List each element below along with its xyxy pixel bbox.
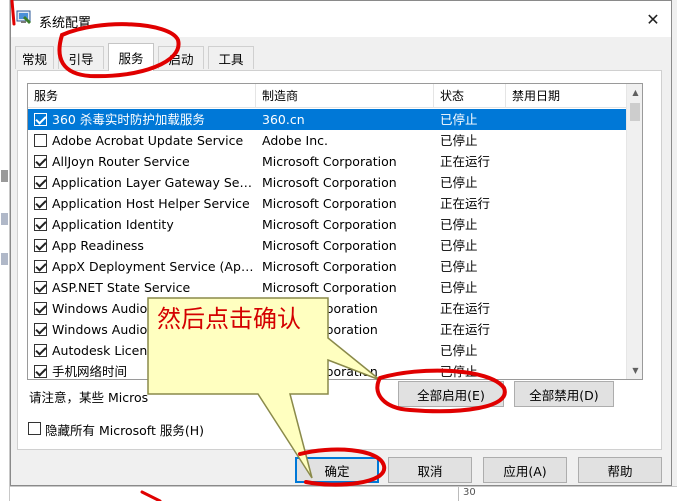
service-manufacturer: Adobe Inc. <box>262 133 328 148</box>
callout-text: 然后点击确认 <box>157 305 301 333</box>
service-checkbox[interactable] <box>34 197 47 210</box>
service-manufacturer: 360.cn <box>262 112 305 127</box>
tab-startup[interactable]: 启动 <box>158 46 204 69</box>
service-status: 已停止 <box>440 217 478 232</box>
service-name: AppX Deployment Service (AppX... <box>52 259 256 274</box>
cancel-button[interactable]: 取消 <box>388 457 472 483</box>
service-status: 已停止 <box>440 280 478 295</box>
service-status: 已停止 <box>440 259 478 274</box>
service-status: 正在运行 <box>440 154 491 169</box>
service-row[interactable]: AllJoyn Router Service Microsoft Corpora… <box>28 151 626 172</box>
msconfig-app-icon <box>16 10 31 24</box>
background-fragment <box>1 253 8 265</box>
close-icon: ✕ <box>646 9 660 29</box>
tab-tools[interactable]: 工具 <box>208 46 254 69</box>
service-checkbox[interactable] <box>34 218 47 231</box>
tab-services[interactable]: 服务 <box>108 43 154 71</box>
close-button[interactable]: ✕ <box>635 1 671 37</box>
service-row[interactable]: Adobe Acrobat Update Service Adobe Inc. … <box>28 130 626 151</box>
service-checkbox[interactable] <box>34 260 47 273</box>
scroll-thumb[interactable] <box>630 103 640 121</box>
help-button[interactable]: 帮助 <box>578 457 662 483</box>
service-checkbox[interactable] <box>34 239 47 252</box>
service-manufacturer: Microsoft Corporation <box>262 217 397 232</box>
service-status: 已停止 <box>440 238 478 253</box>
column-header-service[interactable]: 服务 <box>28 84 256 108</box>
hide-microsoft-services-checkbox[interactable] <box>28 422 41 435</box>
background-fragment <box>1 170 8 182</box>
service-name: Application Layer Gateway Service <box>52 175 256 190</box>
service-row[interactable]: App Readiness Microsoft Corporation 已停止 <box>28 235 626 256</box>
service-status: 已停止 <box>440 364 478 379</box>
service-name: App Readiness <box>52 238 144 253</box>
window-title: 系统配置 <box>39 16 92 31</box>
service-row[interactable]: Application Layer Gateway Service Micros… <box>28 172 626 193</box>
service-checkbox[interactable] <box>34 344 47 357</box>
service-checkbox[interactable] <box>34 323 47 336</box>
apply-button[interactable]: 应用(A) <box>483 457 567 483</box>
vertical-scrollbar[interactable]: ▲ ▼ <box>626 84 642 379</box>
service-row[interactable]: 360 杀毒实时防护加载服务 360.cn 已停止 <box>28 109 626 130</box>
disable-all-button[interactable]: 全部禁用(D) <box>514 381 614 407</box>
service-manufacturer: Microsoft Corporation <box>262 238 397 253</box>
service-row[interactable]: Application Host Helper Service Microsof… <box>28 193 626 214</box>
scroll-up-icon[interactable]: ▲ <box>627 84 642 101</box>
service-status: 已停止 <box>440 343 478 358</box>
service-status: 正在运行 <box>440 196 491 211</box>
service-status: 正在运行 <box>440 322 491 337</box>
enable-all-button[interactable]: 全部启用(E) <box>398 381 504 407</box>
service-name: AllJoyn Router Service <box>52 154 190 169</box>
background-fragment <box>1 213 8 225</box>
title-bar[interactable]: 系统配置 ✕ <box>11 1 671 37</box>
service-manufacturer: Microsoft Corporation <box>262 259 397 274</box>
column-header-manufacturer[interactable]: 制造商 <box>256 84 434 108</box>
column-header-disabled-date[interactable]: 禁用日期 <box>506 84 626 108</box>
list-header: 服务 制造商 状态 禁用日期 <box>28 84 626 108</box>
scroll-down-icon[interactable]: ▼ <box>627 362 642 379</box>
service-status: 已停止 <box>440 112 478 127</box>
service-checkbox[interactable] <box>34 176 47 189</box>
service-manufacturer: Microsoft Corporation <box>262 196 397 211</box>
service-manufacturer: Microsoft Corporation <box>262 154 397 169</box>
service-name: Application Identity <box>52 217 174 232</box>
background-text: 30 <box>463 487 476 498</box>
service-row[interactable]: Application Identity Microsoft Corporati… <box>28 214 626 235</box>
service-name: Adobe Acrobat Update Service <box>52 133 244 148</box>
service-checkbox[interactable] <box>34 365 47 378</box>
service-checkbox[interactable] <box>34 134 47 147</box>
service-row[interactable]: AppX Deployment Service (AppX... Microso… <box>28 256 626 277</box>
microsoft-services-note: 请注意，某些 Micros <box>29 390 149 405</box>
column-header-status[interactable]: 状态 <box>434 84 506 108</box>
background-window-edge <box>0 0 10 501</box>
service-manufacturer: Microsoft Corporation <box>262 175 397 190</box>
service-checkbox[interactable] <box>34 113 47 126</box>
background-divider <box>458 487 459 501</box>
tab-general[interactable]: 常规 <box>15 46 54 69</box>
service-status: 已停止 <box>440 133 478 148</box>
service-checkbox[interactable] <box>34 281 47 294</box>
service-status: 已停止 <box>440 175 478 190</box>
service-status: 正在运行 <box>440 301 491 316</box>
service-checkbox[interactable] <box>34 155 47 168</box>
tab-boot[interactable]: 引导 <box>58 46 104 69</box>
service-name: Application Host Helper Service <box>52 196 250 211</box>
service-checkbox[interactable] <box>34 302 47 315</box>
service-name: 360 杀毒实时防护加载服务 <box>52 112 205 127</box>
